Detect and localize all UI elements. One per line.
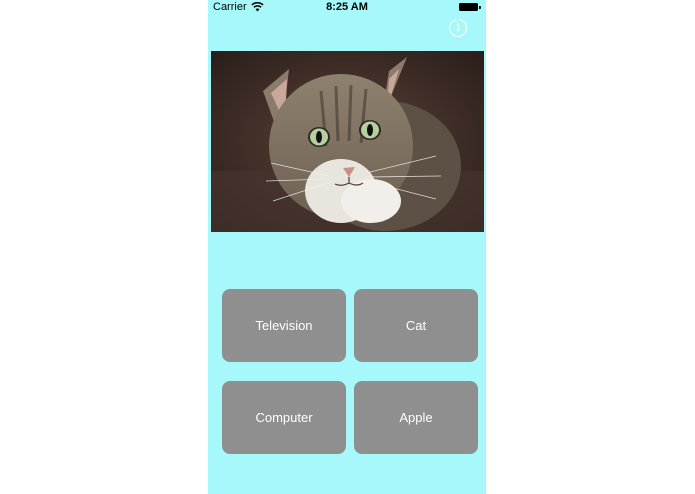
answer-button-apple[interactable]: Apple bbox=[354, 381, 478, 454]
battery-icon bbox=[459, 3, 481, 11]
status-time: 8:25 AM bbox=[326, 1, 368, 13]
answer-label: Computer bbox=[255, 410, 313, 425]
cat-photo bbox=[211, 51, 484, 232]
info-button[interactable]: i bbox=[449, 19, 467, 37]
answer-label: Television bbox=[255, 318, 313, 333]
app-screen: Carrier 8:25 AM i Television Cat Compute… bbox=[208, 0, 486, 494]
info-icon: i bbox=[456, 20, 460, 34]
answer-button-cat[interactable]: Cat bbox=[354, 289, 478, 362]
answer-button-television[interactable]: Television bbox=[222, 289, 346, 362]
status-bar: Carrier 8:25 AM bbox=[208, 0, 486, 14]
answer-label: Cat bbox=[405, 318, 427, 333]
answer-button-computer[interactable]: Computer bbox=[222, 381, 346, 454]
answer-label: Apple bbox=[399, 410, 433, 425]
cat-image bbox=[211, 51, 484, 232]
